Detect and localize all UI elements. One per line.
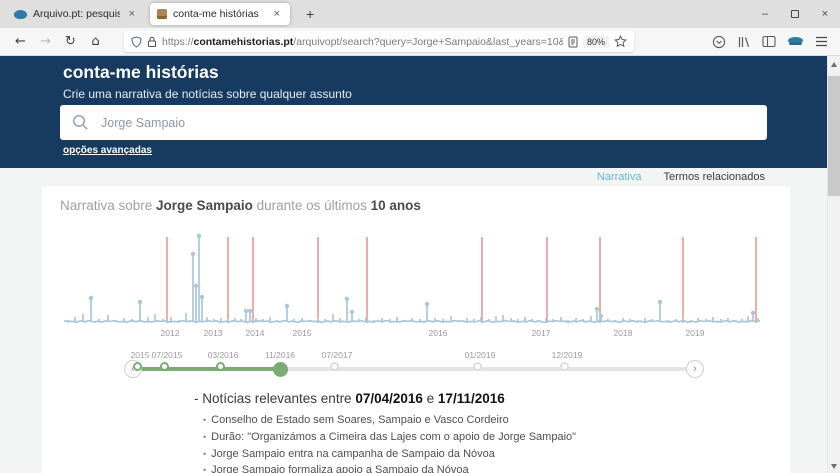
sidebar-toggle-icon[interactable] xyxy=(762,35,776,48)
reader-view-icon[interactable] xyxy=(568,36,578,48)
scroll-down-icon[interactable] xyxy=(831,464,837,469)
maximize-button[interactable] xyxy=(780,0,810,28)
home-button[interactable]: ⌂ xyxy=(83,34,108,49)
news-start-date: 07/04/2016 xyxy=(355,391,423,406)
bullet-icon: • xyxy=(203,465,206,473)
timeline-point-07-2017[interactable] xyxy=(330,362,339,371)
lock-icon xyxy=(147,36,157,48)
pocket-icon[interactable] xyxy=(712,35,726,49)
timeline-point-01-2019[interactable] xyxy=(473,362,482,371)
timeline-point-2015[interactable] xyxy=(133,362,142,371)
news-item[interactable]: •Conselho de Estado sem Soares, Sampaio … xyxy=(203,412,576,429)
library-icon[interactable] xyxy=(737,35,751,49)
news-heading: - Notícias relevantes entre 07/04/2016 e… xyxy=(194,391,505,406)
bullet-icon: • xyxy=(203,432,206,442)
tab-arquivo[interactable]: Arquivo.pt: pesquise páginas d × xyxy=(0,0,142,28)
timeline-point-label: 03/2016 xyxy=(196,350,250,360)
timeline-point-07-2015[interactable] xyxy=(160,362,169,371)
scroll-up-icon[interactable] xyxy=(831,62,837,67)
close-window-button[interactable]: × xyxy=(810,0,840,28)
page-scrollbar[interactable] xyxy=(827,56,840,473)
timeline-point-label: 11/2016 xyxy=(253,350,307,360)
maximize-icon xyxy=(791,10,799,18)
conta-me-favicon-icon xyxy=(157,9,167,19)
svg-text:2018: 2018 xyxy=(614,328,633,338)
back-button[interactable]: ← xyxy=(8,34,33,49)
browser-toolbar: ← → ↻ ⌂ https://contamehistorias.pt/arqu… xyxy=(0,28,840,56)
tab-close-icon[interactable]: × xyxy=(271,8,283,20)
tab-title: conta-me histórias xyxy=(173,8,265,20)
svg-text:2013: 2013 xyxy=(204,328,223,338)
news-list: •Conselho de Estado sem Soares, Sampaio … xyxy=(203,412,576,473)
window-controls: – × xyxy=(750,0,840,28)
timeline-point-03-2016[interactable] xyxy=(216,362,225,371)
forward-button[interactable]: → xyxy=(33,34,58,49)
svg-text:2014: 2014 xyxy=(246,328,265,338)
timeline-point-label: 12/2019 xyxy=(540,350,594,360)
browser-tab-bar: Arquivo.pt: pesquise páginas d × conta-m… xyxy=(0,0,840,28)
narrative-heading: Narrativa sobre Jorge Sampaio durante os… xyxy=(60,198,421,213)
svg-text:2012: 2012 xyxy=(161,328,180,338)
scrollbar-thumb[interactable] xyxy=(828,76,840,196)
site-title: conta-me histórias xyxy=(63,62,219,83)
news-item[interactable]: •Jorge Sampaio formaliza apoio a Sampaio… xyxy=(203,462,576,473)
news-item[interactable]: •Durão: "Organizámos a Cimeira das Lajes… xyxy=(203,429,576,446)
bullet-icon: • xyxy=(203,415,206,425)
bullet-icon: • xyxy=(203,449,206,459)
search-icon xyxy=(72,114,89,131)
url-domain: contamehistorias.pt xyxy=(194,36,294,48)
query-period: 10 anos xyxy=(371,198,421,213)
tab-title: Arquivo.pt: pesquise páginas d xyxy=(33,8,120,20)
query-entity: Jorge Sampaio xyxy=(156,198,253,213)
arquivo-extension-icon[interactable] xyxy=(787,36,804,47)
timeline-point-11-2016[interactable] xyxy=(273,362,288,377)
toolbar-right-icons xyxy=(712,35,832,49)
advanced-options-link[interactable]: opções avançadas xyxy=(63,145,152,156)
tab-close-icon[interactable]: × xyxy=(126,8,138,20)
timeline-point-12-2019[interactable] xyxy=(560,362,569,371)
svg-text:2015: 2015 xyxy=(293,328,312,338)
timeline-point-label: 07/2015 xyxy=(140,350,194,360)
minimize-button[interactable]: – xyxy=(750,0,780,28)
search-input[interactable] xyxy=(99,115,755,131)
zoom-level-badge[interactable]: 80% xyxy=(583,36,609,48)
search-box xyxy=(60,105,767,140)
address-bar[interactable]: https://contamehistorias.pt/arquivopt/se… xyxy=(124,31,634,52)
site-header: conta-me histórias Crie uma narrativa de… xyxy=(0,56,827,168)
timeline-point-label: 07/2017 xyxy=(310,350,364,360)
svg-text:2019: 2019 xyxy=(686,328,705,338)
news-item[interactable]: •Jorge Sampaio entra na campanha de Samp… xyxy=(203,446,576,463)
timeline-point-label: 01/2019 xyxy=(453,350,507,360)
reload-button[interactable]: ↻ xyxy=(58,34,83,49)
arquivo-favicon-icon xyxy=(14,10,27,19)
news-end-date: 17/11/2016 xyxy=(438,391,505,406)
narrative-chart[interactable]: 2012 2013 2014 2015 2016 2017 2018 2019 xyxy=(40,228,792,346)
url-text: https://contamehistorias.pt/arquivopt/se… xyxy=(162,36,563,48)
new-tab-button[interactable]: + xyxy=(306,6,314,22)
svg-text:2016: 2016 xyxy=(429,328,448,338)
menu-hamburger-icon[interactable] xyxy=(815,36,828,47)
svg-text:2017: 2017 xyxy=(532,328,551,338)
tab-conta-me-historias[interactable]: conta-me histórias × xyxy=(150,3,290,25)
shield-icon xyxy=(131,36,142,48)
site-subtitle: Crie uma narrativa de notícias sobre qua… xyxy=(63,87,352,101)
bookmark-star-icon[interactable] xyxy=(614,35,627,48)
browser-window: Arquivo.pt: pesquise páginas d × conta-m… xyxy=(0,0,840,473)
timeline-next-button[interactable]: › xyxy=(686,360,704,378)
